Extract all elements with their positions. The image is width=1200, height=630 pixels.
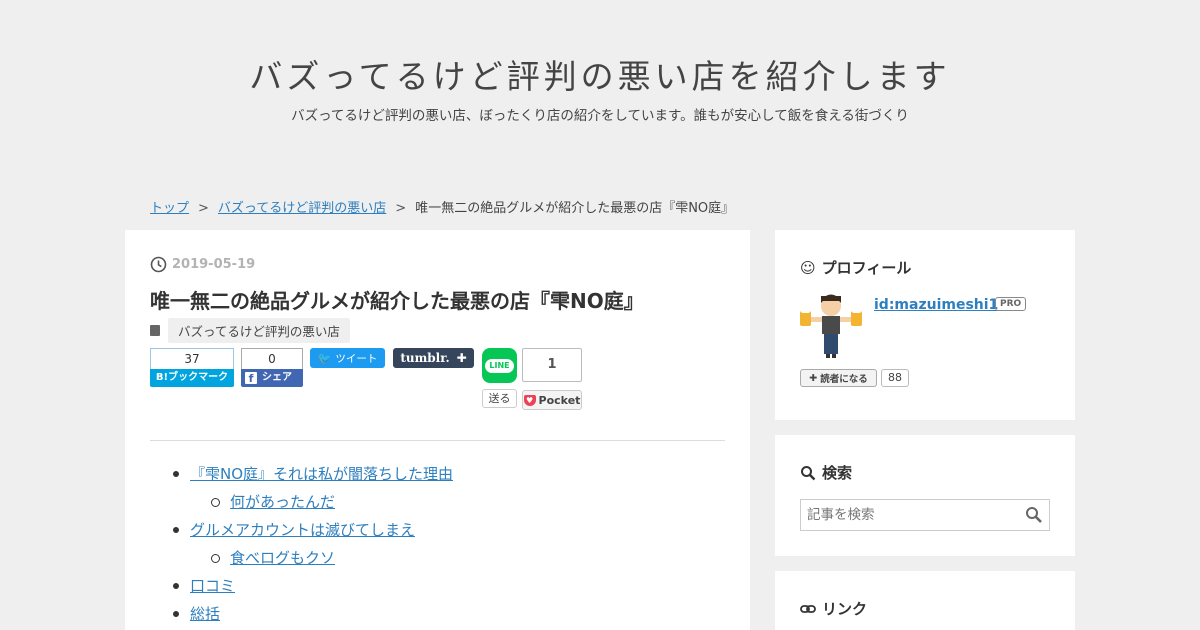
twitter-tweet-button[interactable]: 🐦 ツイート <box>310 348 385 368</box>
plus-icon: ✚ <box>456 351 467 365</box>
entry-title[interactable]: 唯一無二の絶品グルメが紹介した最悪の店『雫NO庭』 <box>150 285 730 314</box>
search-submit-icon[interactable] <box>1025 506 1043 524</box>
toc-item: グルメアカウントは滅びてしまえ <box>150 520 453 548</box>
subscribe-button[interactable]: ✚ 読者になる <box>800 369 877 387</box>
links-module: リンク <box>775 571 1075 630</box>
toc-link[interactable]: 食べログもクソ <box>230 549 335 567</box>
toc-link[interactable]: 口コミ <box>190 577 235 595</box>
table-of-contents: 『雫NO庭』それは私が闇落ちした理由 何があったんだ グルメアカウントは滅びてし… <box>150 464 453 630</box>
hatena-bookmark-button[interactable]: B!ブックマーク <box>150 369 234 387</box>
search-heading-text: 検索 <box>822 464 853 482</box>
plus-icon: ✚ <box>809 372 818 384</box>
article-date[interactable]: 2019-05-19 <box>150 256 255 273</box>
search-input[interactable] <box>801 500 1021 530</box>
breadcrumb-current: 唯一無二の絶品グルメが紹介した最悪の店『雫NO庭』 <box>415 201 735 216</box>
breadcrumb: トップ > バズってるけど評判の悪い店 > 唯一無二の絶品グルメが紹介した最悪の店『雫N… <box>150 197 734 216</box>
avatar[interactable] <box>800 293 862 358</box>
toc-item: 何があったんだ <box>150 492 453 520</box>
breadcrumb-separator: > <box>198 201 209 216</box>
toc-item: 食べログもクソ <box>150 548 453 576</box>
folder-icon <box>150 325 160 336</box>
toc-item: 口コミ <box>150 576 453 604</box>
search-icon <box>801 465 816 480</box>
smile-icon: ☺ <box>800 258 816 277</box>
search-box <box>800 499 1050 531</box>
facebook-count[interactable]: 0 <box>241 348 303 369</box>
toc-item: 『雫NO庭』それは私が闇落ちした理由 <box>150 464 453 492</box>
category-row: バズってるけど評判の悪い店 <box>150 318 350 343</box>
subscribe-label: 読者になる <box>820 374 868 385</box>
tumblr-share-button[interactable]: tumblr. ✚ <box>393 348 474 368</box>
date-text: 2019-05-19 <box>172 257 256 272</box>
facebook-icon: f <box>245 372 257 385</box>
links-heading-text: リンク <box>822 600 868 618</box>
clock-icon <box>150 256 167 273</box>
profile-heading: ☺ プロフィール <box>800 257 911 278</box>
pocket-button[interactable]: ♥ Pocket <box>522 390 582 410</box>
profile-module: ☺ プロフィール id:mazuimeshi1 PRO ✚ 読者になる 88 <box>775 230 1075 420</box>
pocket-count[interactable]: 1 <box>522 348 582 382</box>
pocket-label: Pocket <box>538 393 581 407</box>
line-icon: LINE <box>485 358 514 373</box>
site-title[interactable]: バズってるけど評判の悪い店を紹介します <box>0 50 1200 98</box>
breadcrumb-home-link[interactable]: トップ <box>150 201 189 216</box>
twitter-bird-icon: 🐦 <box>317 351 332 365</box>
category-tag[interactable]: バズってるけど評判の悪い店 <box>168 318 350 343</box>
search-module: 検索 <box>775 435 1075 556</box>
breadcrumb-category-link[interactable]: バズってるけど評判の悪い店 <box>218 201 386 216</box>
profile-user-id[interactable]: id:mazuimeshi1 <box>874 297 998 313</box>
toc-link[interactable]: 総括 <box>190 605 220 623</box>
line-send-button[interactable]: 送る <box>482 389 517 408</box>
article-card: 2019-05-19 唯一無二の絶品グルメが紹介した最悪の店『雫NO庭』 バズっ… <box>125 230 750 630</box>
profile-heading-text: プロフィール <box>821 259 912 277</box>
site-description: バズってるけど評判の悪い店、ぼったくり店の紹介をしています。誰もが安心して飯を食… <box>291 108 909 124</box>
facebook-share-button[interactable]: f シェア <box>241 369 303 387</box>
toc-link[interactable]: 何があったんだ <box>230 493 335 511</box>
links-heading: リンク <box>800 598 867 619</box>
breadcrumb-separator: > <box>395 201 407 216</box>
pocket-icon: ♥ <box>523 394 536 406</box>
reader-count[interactable]: 88 <box>881 369 909 387</box>
tweet-label: ツイート <box>335 352 378 365</box>
toc-link[interactable]: グルメアカウントは滅びてしまえ <box>190 521 415 539</box>
divider <box>150 440 725 441</box>
toc-item: 総括 <box>150 604 453 630</box>
link-icon <box>800 604 816 613</box>
search-heading: 検索 <box>800 462 852 483</box>
toc-link[interactable]: 『雫NO庭』それは私が闇落ちした理由 <box>190 465 453 483</box>
line-share-button[interactable]: LINE <box>482 348 517 383</box>
tumblr-label: tumblr. <box>400 351 450 365</box>
facebook-share-label: シェア <box>262 372 292 383</box>
hatena-count[interactable]: 37 <box>150 348 234 369</box>
pro-badge: PRO <box>995 297 1027 311</box>
